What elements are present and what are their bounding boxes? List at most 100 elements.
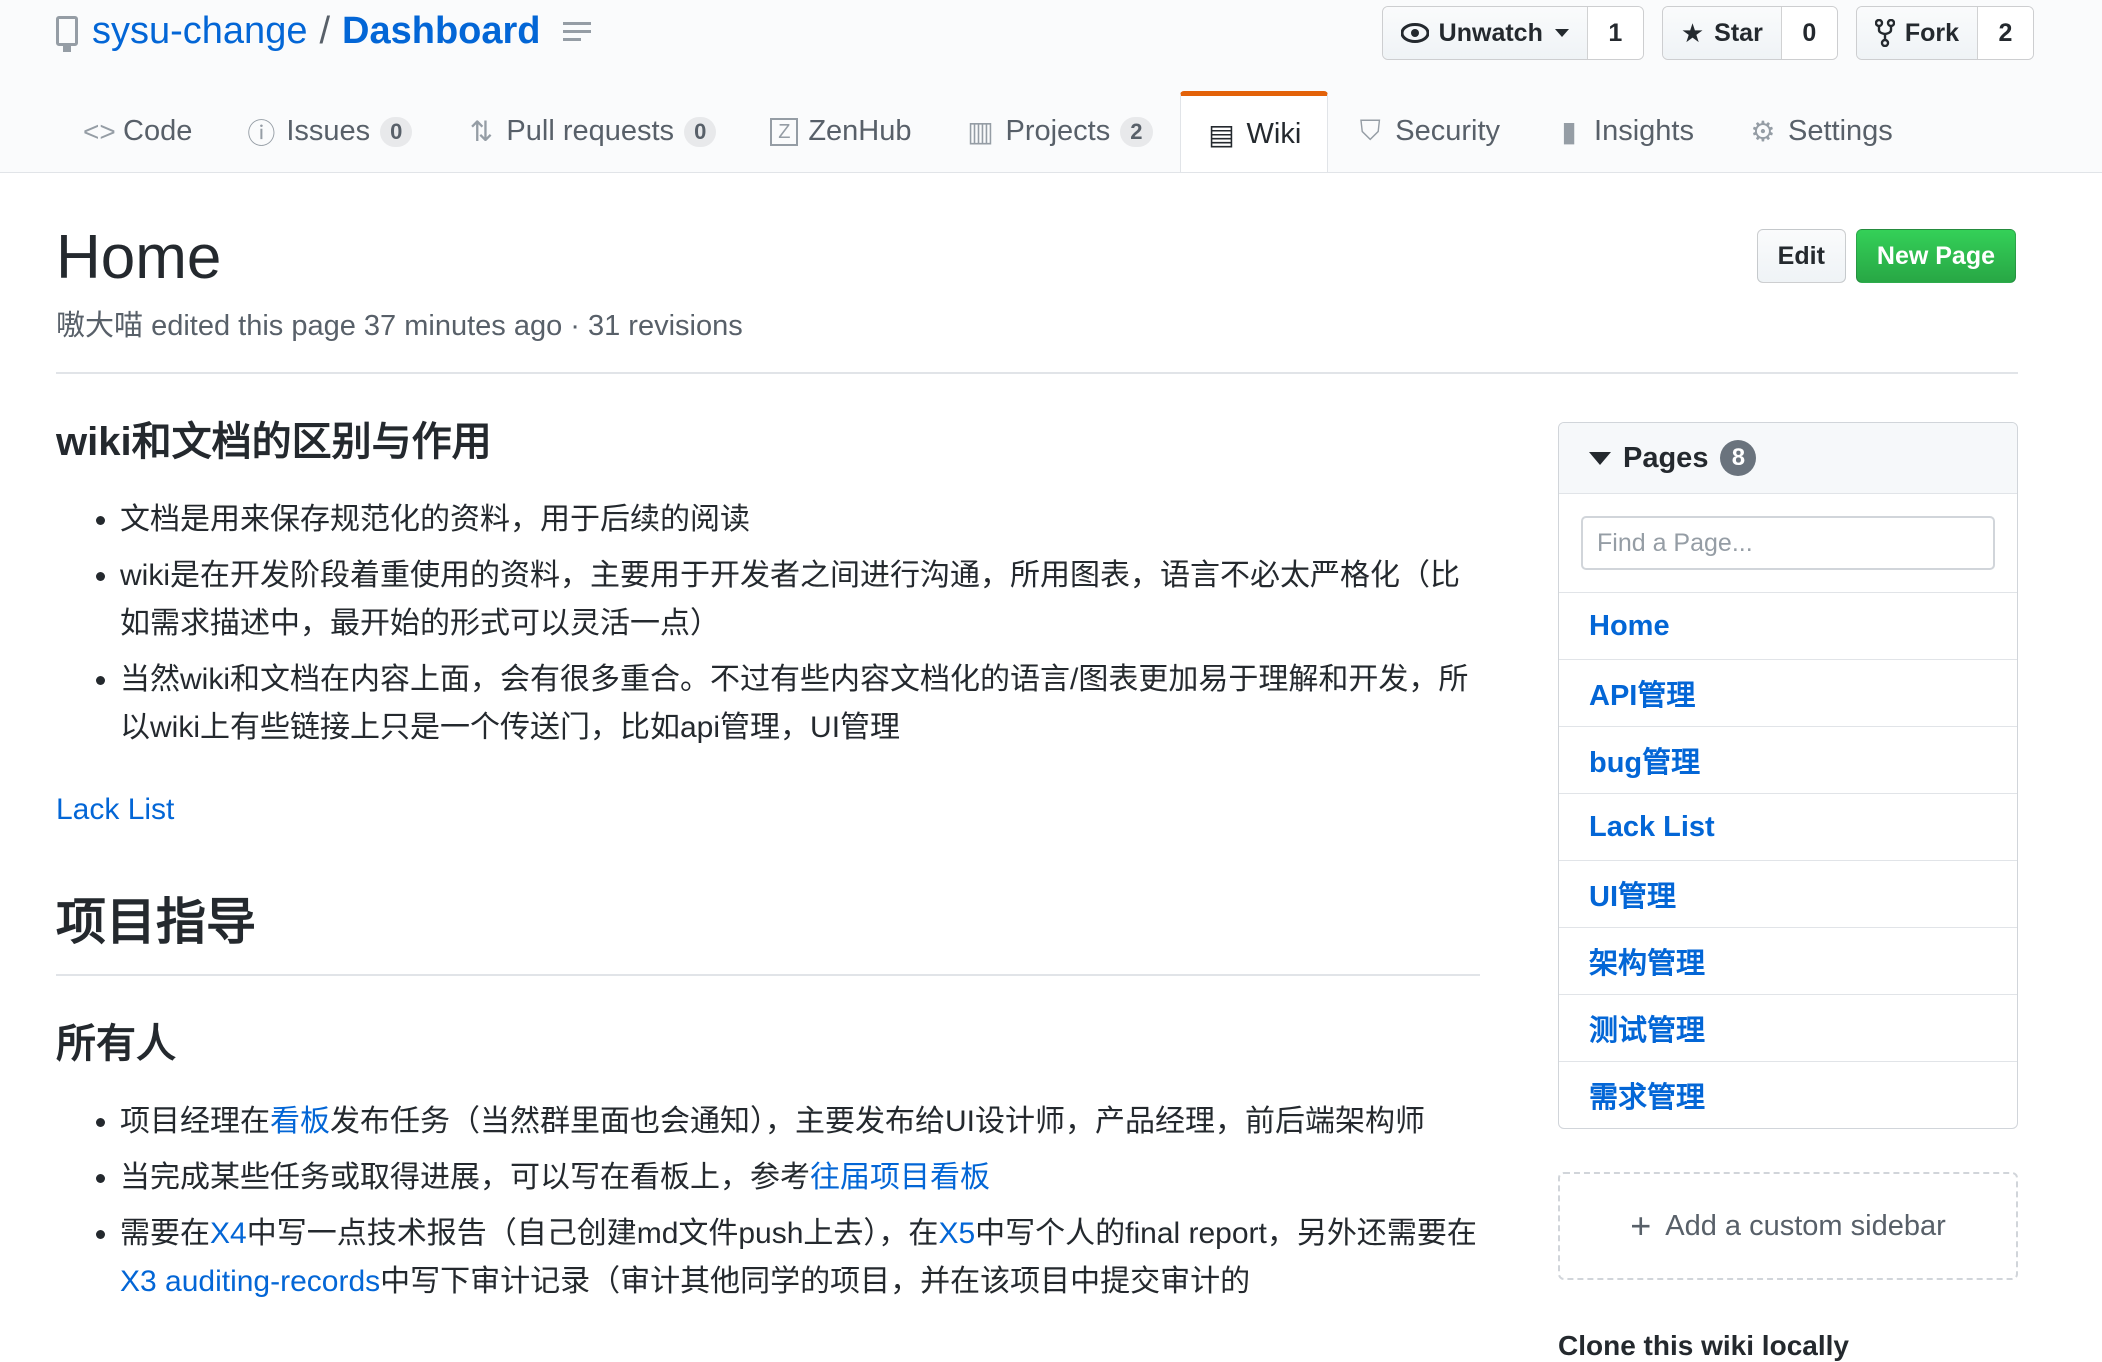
text: 需要在 — [120, 1217, 210, 1250]
triangle-down-icon — [1589, 451, 1611, 465]
star-label: Star — [1714, 18, 1763, 47]
list-item: 当完成某些任务或取得进展，可以写在看板上，参考往届项目看板 — [120, 1154, 1480, 1202]
repo-actions: Unwatch 1 ★ Star 0 Fork 2 — [1381, 6, 2034, 60]
gear-icon: ⚙ — [1750, 116, 1776, 147]
text: 发布任务（当然群里面也会通知），主要发布给UI设计师，产品经理，前后端架构师 — [330, 1105, 1425, 1138]
text: 当完成某些任务或取得进展，可以写在看板上，参考 — [120, 1161, 810, 1194]
edit-info: edited this page 37 minutes ago · 31 rev… — [151, 310, 743, 342]
pages-toggle[interactable]: Pages 8 — [1559, 423, 2017, 494]
tab-wiki[interactable]: ▤ Wiki — [1179, 91, 1329, 172]
sidebar-item-testing[interactable]: 测试管理 — [1559, 995, 2017, 1062]
forks-count[interactable]: 2 — [1977, 7, 2033, 59]
clone-wiki-heading: Clone this wiki locally — [1558, 1330, 1849, 1361]
shield-icon: ⛉ — [1359, 115, 1381, 146]
tab-label: Code — [123, 115, 193, 147]
wiki-content: wiki和文档的区别与作用 文档是用来保存规范化的资料，用于后续的阅读 wiki… — [56, 410, 1480, 1314]
tab-settings[interactable]: ⚙ Settings — [1721, 92, 1920, 170]
unwatch-button[interactable]: Unwatch — [1382, 7, 1587, 59]
bullet-list: 文档是用来保存规范化的资料，用于后续的阅读 wiki是在开发阶段着重使用的资料，… — [56, 496, 1480, 752]
fork-icon — [1874, 19, 1895, 47]
sidebar-item-requirements[interactable]: 需求管理 — [1559, 1062, 2017, 1128]
section-heading: 所有人 — [56, 1022, 176, 1066]
pull-request-icon: ⇅ — [469, 116, 494, 147]
edit-button[interactable]: Edit — [1756, 229, 1846, 283]
author-link[interactable]: 嗷大喵 — [56, 310, 143, 342]
tab-issues[interactable]: ⓘ Issues 0 — [219, 92, 439, 170]
tab-label: Projects — [1005, 115, 1111, 147]
tab-label: Insights — [1594, 115, 1694, 147]
code-icon: <> — [83, 115, 116, 147]
issues-counter: 0 — [380, 116, 413, 147]
issue-icon: ⓘ — [247, 117, 276, 149]
fork-button[interactable]: Fork — [1856, 7, 1977, 59]
x5-link[interactable]: X5 — [938, 1217, 975, 1250]
pages-count-badge: 8 — [1720, 440, 1757, 476]
section-heading: wiki和文档的区别与作用 — [56, 420, 492, 464]
tab-pull-requests[interactable]: ⇅ Pull requests 0 — [439, 92, 743, 170]
projects-counter: 2 — [1120, 116, 1153, 147]
divider — [56, 372, 2018, 374]
hamburger-icon[interactable] — [562, 21, 591, 41]
eye-icon — [1400, 23, 1429, 43]
repo-name-link[interactable]: Dashboard — [342, 10, 540, 53]
sidebar-item-ui[interactable]: UI管理 — [1559, 861, 2017, 928]
tab-code[interactable]: <> Code — [56, 92, 219, 170]
unwatch-label: Unwatch — [1438, 18, 1543, 47]
stars-count[interactable]: 0 — [1780, 7, 1837, 59]
star-group: ★ Star 0 — [1661, 6, 1838, 60]
watchers-count[interactable]: 1 — [1586, 7, 1643, 59]
project-icon: ▥ — [967, 116, 994, 147]
list-item: wiki是在开发阶段着重使用的资料，主要用于开发者之间进行沟通，所用图表，语言不… — [120, 552, 1480, 648]
sidebar-item-bug[interactable]: bug管理 — [1559, 727, 2017, 794]
kanban-link[interactable]: 看板 — [270, 1105, 330, 1138]
repo-title: sysu-change / Dashboard — [56, 6, 591, 56]
x4-link[interactable]: X4 — [210, 1217, 247, 1250]
fork-group: Fork 2 — [1855, 6, 2034, 60]
sidebar-item-api[interactable]: API管理 — [1559, 660, 2017, 727]
page-filter — [1559, 494, 2017, 593]
repo-separator: / — [319, 9, 331, 52]
tab-projects[interactable]: ▥ Projects 2 — [938, 92, 1179, 170]
lack-list-link[interactable]: Lack List — [56, 793, 174, 826]
tab-zenhub[interactable]: Z ZenHub — [743, 92, 938, 170]
x3-auditing-records-link[interactable]: X3 auditing-records — [120, 1265, 380, 1298]
page-title: Home — [56, 223, 222, 292]
repo-icon — [56, 16, 78, 52]
plus-icon: + — [1630, 1205, 1652, 1246]
tab-security[interactable]: ⛉ Security — [1328, 92, 1527, 170]
bullet-list: 项目经理在看板发布任务（当然群里面也会通知），主要发布给UI设计师，产品经理，前… — [56, 1098, 1480, 1306]
find-page-input[interactable] — [1581, 516, 1995, 570]
list-item: 需要在X4中写一点技术报告（自己创建md文件push上去），在X5中写个人的fi… — [120, 1210, 1480, 1306]
repo-nav: <> Code ⓘ Issues 0 ⇅ Pull requests 0 Z Z… — [56, 91, 1920, 172]
zenhub-icon: Z — [770, 117, 799, 146]
pages-title: Pages — [1623, 441, 1709, 474]
star-button[interactable]: ★ Star — [1662, 7, 1781, 59]
repo-header: sysu-change / Dashboard Unwatch 1 ★ Star… — [0, 0, 2102, 173]
lack-list-paragraph: Lack List — [56, 786, 1480, 834]
repo-owner-link[interactable]: sysu-change — [92, 10, 307, 53]
past-kanban-link[interactable]: 往届项目看板 — [810, 1161, 990, 1194]
list-item: 文档是用来保存规范化的资料，用于后续的阅读 — [120, 496, 1480, 544]
pull-requests-counter: 0 — [684, 116, 717, 147]
tab-label: Pull requests — [506, 115, 675, 147]
book-icon: ▤ — [1208, 118, 1235, 150]
sidebar-item-lack-list[interactable]: Lack List — [1559, 794, 2017, 861]
page-meta: 嗷大喵 edited this page 37 minutes ago · 31… — [56, 302, 743, 344]
list-item: 当然wiki和文档在内容上面，会有很多重合。不过有些内容文档化的语言/图表更加易… — [120, 656, 1480, 752]
text: 中写一点技术报告（自己创建md文件push上去），在 — [246, 1217, 939, 1250]
add-custom-sidebar-button[interactable]: + Add a custom sidebar — [1558, 1172, 2018, 1280]
watch-group: Unwatch 1 — [1381, 6, 1644, 60]
new-page-button[interactable]: New Page — [1855, 229, 2016, 283]
fork-label: Fork — [1904, 18, 1959, 47]
tab-label: Security — [1395, 115, 1501, 147]
tab-insights[interactable]: ▮ Insights — [1527, 92, 1721, 170]
page-actions: Edit New Page — [1756, 229, 2016, 283]
text: 中写个人的final report，另外还需要在 — [975, 1217, 1477, 1250]
sidebar-item-architecture[interactable]: 架构管理 — [1559, 928, 2017, 995]
tab-label: ZenHub — [808, 115, 912, 147]
list-item: 项目经理在看板发布任务（当然群里面也会通知），主要发布给UI设计师，产品经理，前… — [120, 1098, 1480, 1146]
text: 中写下审计记录（审计其他同学的项目，并在该项目中提交审计的 — [380, 1265, 1251, 1298]
section-heading: 项目指导 — [56, 882, 1480, 976]
pages-sidebar: Pages 8 Home API管理 bug管理 Lack List UI管理 … — [1558, 422, 2018, 1129]
sidebar-item-home[interactable]: Home — [1559, 593, 2017, 660]
